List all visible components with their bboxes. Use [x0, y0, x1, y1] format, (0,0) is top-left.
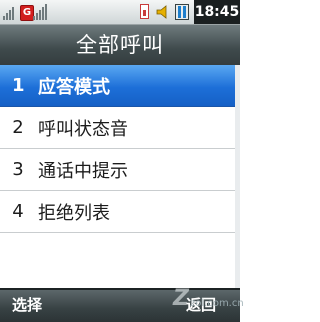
menu-item-label: 应答模式 [38, 76, 110, 98]
network-g-icon: G [20, 5, 34, 21]
menu-item-in-call-alert[interactable]: 3 通话中提示 [0, 149, 240, 191]
page-title: 全部呼叫 [0, 25, 240, 65]
scrollbar[interactable] [235, 65, 240, 290]
menu-item-label: 拒绝列表 [38, 202, 110, 224]
watermark-text: zol.com.cn [190, 298, 244, 309]
menu-list: 1 应答模式 2 呼叫状态音 3 通话中提示 4 拒绝列表 [0, 65, 240, 233]
list-empty-area [0, 233, 240, 290]
menu-item-number: 4 [12, 201, 24, 222]
menu-item-reject-list[interactable]: 4 拒绝列表 [0, 191, 240, 233]
menu-item-label: 呼叫状态音 [38, 118, 128, 140]
menu-item-call-status-tone[interactable]: 2 呼叫状态音 [0, 107, 240, 149]
menu-item-number: 1 [12, 75, 25, 96]
menu-item-label: 通话中提示 [38, 160, 128, 182]
signal-icon [33, 4, 47, 20]
clock-time: 18:45 [194, 0, 240, 24]
signal-icon [3, 7, 14, 20]
speaker-icon [156, 5, 167, 19]
menu-item-answer-mode[interactable]: 1 应答模式 [0, 65, 240, 107]
menu-item-number: 2 [12, 117, 24, 138]
sim-icon [140, 4, 149, 19]
menu-item-number: 3 [12, 159, 24, 180]
select-softkey[interactable]: 选择 [12, 294, 42, 315]
battery-icon [175, 4, 189, 20]
status-bar: G 18:45 [0, 0, 240, 25]
